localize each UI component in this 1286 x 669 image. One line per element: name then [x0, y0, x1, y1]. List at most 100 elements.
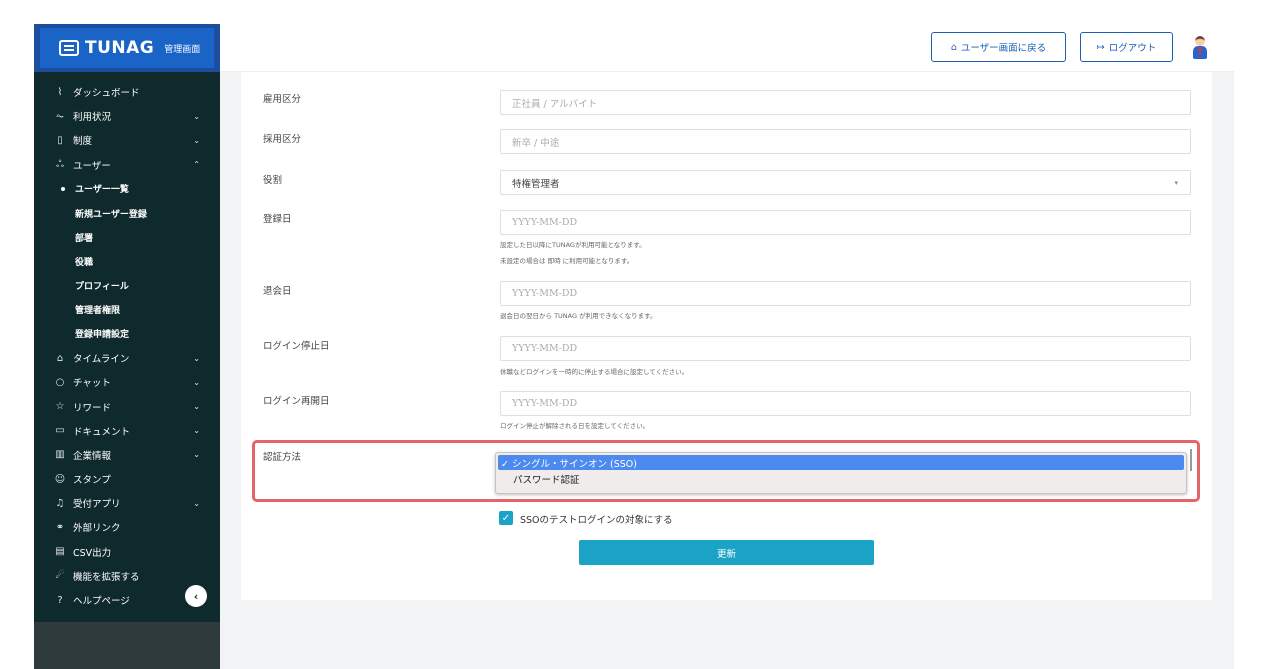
help-icon: ?: [57, 594, 63, 606]
link-icon: ⚭: [55, 521, 65, 533]
sso-test-login-checkbox[interactable]: ✓: [499, 511, 513, 525]
chevron-down-icon: ▾: [1174, 178, 1178, 187]
top-header: ⌂ ユーザー画面に戻る ↦ ログアウト: [220, 24, 1234, 72]
registration-date-help-2: 未設定の場合は 即時 に利用可能となります。: [500, 257, 634, 265]
sidebar-item-label: チャット: [73, 378, 111, 390]
sidebar-footer: [34, 622, 220, 669]
sidebar-item-label: ユーザー: [73, 160, 111, 172]
chevron-down-icon: ⌄: [193, 426, 200, 436]
sidebar: TUNAG 管理画面 ⌇ ダッシュボード ⏦ 利用状況 ⌄ ▯ 制度 ⌄ ஃ ユ…: [34, 24, 220, 669]
home-icon: ⌂: [56, 352, 64, 364]
sidebar-item-label: スタンプ: [73, 475, 111, 487]
chart-icon: ⌇: [57, 86, 63, 98]
sidebar-item-label: ユーザー一覧: [75, 185, 129, 196]
sidebar-item-system[interactable]: ▯ 制度 ⌄: [34, 128, 220, 152]
sidebar-item-label: プロフィール: [75, 282, 129, 293]
star-icon: ☆: [55, 401, 65, 413]
sidebar-item-extensions[interactable]: ☄ 機能を拡張する: [34, 564, 220, 588]
sidebar-item-user-list[interactable]: ユーザー一覧: [34, 177, 220, 201]
login-resume-date-input[interactable]: YYYY-MM-DD: [500, 391, 1191, 416]
back-to-user-screen-button[interactable]: ⌂ ユーザー画面に戻る: [931, 32, 1066, 62]
login-resume-date-help: ログイン停止が解除される日を設定してください。: [500, 422, 650, 430]
avatar[interactable]: [1186, 33, 1214, 61]
sidebar-item-reception-app[interactable]: ♫ 受付アプリ ⌄: [34, 491, 220, 515]
hiring-type-label: 採用区分: [263, 134, 302, 145]
auth-method-dropdown[interactable]: ✓ シングル・サインオン (SSO) パスワード認証: [495, 452, 1187, 494]
hiring-type-input[interactable]: 新卒 / 中途: [500, 129, 1191, 154]
sidebar-collapse-button[interactable]: ‹: [185, 585, 207, 607]
logout-button[interactable]: ↦ ログアウト: [1080, 32, 1173, 62]
sidebar-item-label: 役職: [75, 257, 94, 268]
sidebar-item-label: 新規ユーザー登録: [75, 209, 147, 220]
sidebar-item-reward[interactable]: ☆ リワード ⌄: [34, 394, 220, 418]
table-icon: ▤: [55, 546, 65, 558]
withdrawal-date-label: 退会日: [263, 286, 292, 297]
chevron-down-icon: ⌄: [193, 111, 200, 121]
sidebar-item-label: ダッシュボード: [73, 88, 140, 100]
users-icon: ஃ: [56, 158, 64, 170]
auth-option-sso[interactable]: ✓ シングル・サインオン (SSO): [498, 455, 1184, 470]
chevron-down-icon: ⌄: [193, 450, 200, 460]
sidebar-item-external-links[interactable]: ⚭ 外部リンク: [34, 515, 220, 539]
sidebar-item-users[interactable]: ஃ ユーザー ⌃: [34, 153, 220, 177]
back-to-user-screen-label: ユーザー画面に戻る: [960, 43, 1047, 54]
home-icon: ⌂: [950, 41, 957, 53]
chevron-down-icon: ⌄: [193, 402, 200, 412]
sidebar-item-new-user[interactable]: 新規ユーザー登録: [34, 201, 220, 225]
login-stop-date-input[interactable]: YYYY-MM-DD: [500, 336, 1191, 361]
sidebar-item-usage[interactable]: ⏦ 利用状況 ⌄: [34, 104, 220, 128]
building-icon: ▥: [55, 449, 65, 461]
sidebar-item-chat[interactable]: ○ チャット ⌄: [34, 370, 220, 394]
chat-icon: ○: [55, 376, 65, 388]
sidebar-item-dashboard[interactable]: ⌇ ダッシュボード: [34, 80, 220, 104]
sidebar-item-stamps[interactable]: ☺ スタンプ: [34, 467, 220, 491]
chevron-down-icon: ⌄: [193, 353, 200, 363]
sidebar-item-label: 部署: [75, 233, 94, 244]
avatar-tie: [1199, 47, 1201, 55]
role-select[interactable]: 特権管理者 ▾: [500, 170, 1191, 195]
sidebar-item-company-info[interactable]: ▥ 企業情報 ⌄: [34, 443, 220, 467]
sidebar-item-csv-export[interactable]: ▤ CSV出力: [34, 540, 220, 564]
sidebar-item-label: ドキュメント: [73, 426, 131, 438]
employment-type-label: 雇用区分: [263, 94, 302, 105]
chevron-down-icon: ⌄: [193, 135, 200, 145]
registration-date-label: 登録日: [263, 214, 292, 225]
registration-date-input[interactable]: YYYY-MM-DD: [500, 210, 1191, 235]
avatar-head: [1195, 36, 1205, 46]
sidebar-item-departments[interactable]: 部署: [34, 225, 220, 249]
logo[interactable]: TUNAG 管理画面: [59, 38, 200, 58]
sidebar-item-label: CSV出力: [73, 547, 112, 559]
chevron-down-icon: ⌄: [193, 498, 200, 508]
registration-date-help-1: 設定した日以降にTUNAGが利用可能となります。: [500, 241, 646, 249]
role-select-value: 特権管理者: [512, 178, 560, 190]
sidebar-item-admin-rights[interactable]: 管理者権限: [34, 298, 220, 322]
update-button[interactable]: 更新: [579, 540, 874, 565]
login-stop-date-label: ログイン停止日: [263, 341, 330, 352]
withdrawal-date-help: 退会日の翌日から TUNAG が利用できなくなります。: [500, 312, 657, 320]
sidebar-item-label: 管理者権限: [75, 306, 121, 317]
sidebar-item-label: 受付アプリ: [73, 499, 121, 511]
auth-select-edge: [1190, 449, 1192, 471]
auth-method-label: 認証方法: [263, 452, 302, 463]
employment-type-input[interactable]: 正社員 / アルバイト: [500, 90, 1191, 115]
sidebar-item-label: タイムライン: [73, 354, 130, 366]
sidebar-item-timeline[interactable]: ⌂ タイムライン ⌄: [34, 346, 220, 370]
sidebar-item-registration-settings[interactable]: 登録申請設定: [34, 322, 220, 346]
sidebar-item-label: 利用状況: [73, 112, 112, 124]
folder-icon: ▭: [55, 425, 65, 437]
login-stop-date-help: 休職などログインを一時的に停止する場合に設定してください。: [500, 368, 689, 376]
withdrawal-date-input[interactable]: YYYY-MM-DD: [500, 281, 1191, 306]
auth-option-password[interactable]: パスワード認証: [498, 471, 1184, 486]
chevron-up-icon: ⌃: [193, 160, 200, 170]
sidebar-item-label: 制度: [73, 136, 93, 148]
chevron-down-icon: ⌄: [193, 377, 200, 387]
sidebar-item-label: 機能を拡張する: [73, 571, 140, 583]
bell-icon: ♫: [55, 497, 65, 509]
sidebar-item-profile[interactable]: プロフィール: [34, 274, 220, 298]
brand-name: TUNAG: [85, 38, 155, 58]
sso-test-login-label: SSOのテストログインの対象にする: [520, 515, 673, 526]
role-label: 役割: [263, 175, 283, 186]
sidebar-item-positions[interactable]: 役職: [34, 249, 220, 273]
sidebar-item-documents[interactable]: ▭ ドキュメント ⌄: [34, 419, 220, 443]
app-frame: TUNAG 管理画面 ⌇ ダッシュボード ⏦ 利用状況 ⌄ ▯ 制度 ⌄ ஃ ユ…: [34, 24, 1234, 669]
